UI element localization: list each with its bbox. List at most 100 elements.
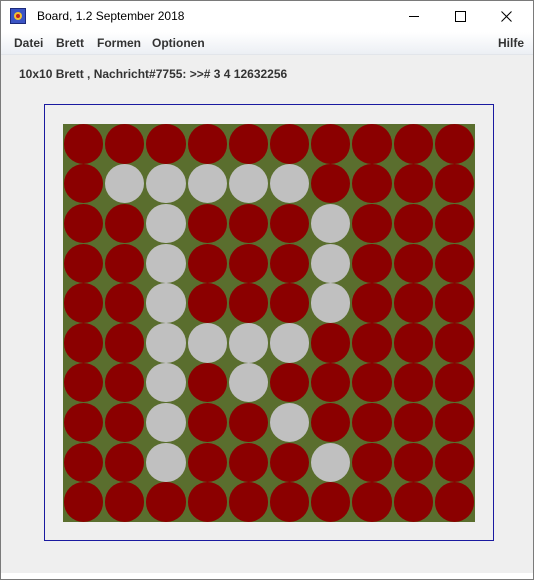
board-cell[interactable] [434,402,475,443]
board-cell[interactable] [393,243,433,283]
board-cell[interactable] [434,203,475,244]
board-cell[interactable] [105,243,145,283]
board-cell[interactable] [434,124,475,164]
board-cell[interactable] [311,323,351,363]
board-cell[interactable] [105,442,145,482]
board-cell-highlighted[interactable] [311,243,351,283]
board-cell[interactable] [352,283,392,323]
board-cell[interactable] [269,283,310,323]
board-cell-highlighted[interactable] [311,283,351,323]
board-cell[interactable] [393,203,433,244]
title-bar[interactable]: Board, 1.2 September 2018 [1,1,533,32]
board-cell[interactable] [434,283,475,323]
game-board[interactable] [63,124,475,522]
board-cell-highlighted[interactable] [269,164,310,204]
board-cell[interactable] [105,363,145,403]
board-cell-highlighted[interactable] [146,164,186,204]
menu-datei[interactable]: Datei [14,36,43,50]
board-cell[interactable] [352,243,392,283]
menu-optionen[interactable]: Optionen [152,36,205,50]
board-cell[interactable] [352,482,392,522]
board-cell[interactable] [269,442,310,482]
board-cell-highlighted[interactable] [311,203,351,244]
board-cell[interactable] [269,482,310,522]
board-cell-highlighted[interactable] [228,323,269,363]
board-cell-highlighted[interactable] [269,323,310,363]
board-cell[interactable] [63,323,104,363]
maximize-button[interactable] [437,1,483,32]
board-cell[interactable] [311,482,351,522]
board-cell[interactable] [352,124,392,164]
menu-formen[interactable]: Formen [97,36,141,50]
board-cell-highlighted[interactable] [146,283,186,323]
board-cell[interactable] [393,482,433,522]
board-cell[interactable] [228,243,269,283]
board-cell[interactable] [352,363,392,403]
board-cell-highlighted[interactable] [146,363,186,403]
board-cell[interactable] [105,402,145,443]
board-cell-highlighted[interactable] [228,164,269,204]
board-cell[interactable] [434,243,475,283]
board-cell[interactable] [434,323,475,363]
board-cell[interactable] [63,283,104,323]
board-cell[interactable] [63,363,104,403]
minimize-button[interactable] [391,1,437,32]
board-cell[interactable] [105,323,145,363]
board-cell-highlighted[interactable] [146,402,186,443]
board-cell[interactable] [434,482,475,522]
board-cell-highlighted[interactable] [105,164,145,204]
board-cell-highlighted[interactable] [311,442,351,482]
board-cell[interactable] [63,124,104,164]
board-cell-highlighted[interactable] [146,243,186,283]
board-cell[interactable] [63,243,104,283]
board-cell[interactable] [434,442,475,482]
board-cell[interactable] [105,124,145,164]
board-cell[interactable] [311,124,351,164]
board-cell[interactable] [352,442,392,482]
board-cell[interactable] [311,402,351,443]
board-cell[interactable] [187,283,227,323]
board-cell[interactable] [269,124,310,164]
board-cell[interactable] [187,203,227,244]
board-cell-highlighted[interactable] [146,203,186,244]
board-cell-highlighted[interactable] [187,323,227,363]
board-cell[interactable] [146,124,186,164]
board-cell[interactable] [352,402,392,443]
board-cell[interactable] [269,203,310,244]
board-cell[interactable] [228,482,269,522]
board-cell[interactable] [187,482,227,522]
board-cell[interactable] [63,482,104,522]
board-cell-highlighted[interactable] [146,442,186,482]
board-cell-highlighted[interactable] [228,363,269,403]
board-cell[interactable] [228,442,269,482]
board-cell-highlighted[interactable] [187,164,227,204]
board-cell[interactable] [105,482,145,522]
board-cell[interactable] [63,442,104,482]
board-cell-highlighted[interactable] [146,323,186,363]
menu-hilfe[interactable]: Hilfe [498,36,524,50]
board-cell[interactable] [311,363,351,403]
board-cell[interactable] [269,243,310,283]
board-cell[interactable] [187,243,227,283]
board-cell[interactable] [393,124,433,164]
board-cell[interactable] [228,203,269,244]
board-cell[interactable] [187,124,227,164]
close-button[interactable] [483,1,529,32]
board-cell[interactable] [63,402,104,443]
board-cell[interactable] [228,124,269,164]
board-cell[interactable] [434,363,475,403]
board-cell[interactable] [187,402,227,443]
board-cell[interactable] [352,164,392,204]
board-cell[interactable] [393,363,433,403]
board-cell[interactable] [393,164,433,204]
board-cell[interactable] [228,283,269,323]
board-cell[interactable] [269,363,310,403]
board-cell[interactable] [352,203,392,244]
board-cell[interactable] [146,482,186,522]
board-cell[interactable] [228,402,269,443]
board-cell[interactable] [352,323,392,363]
menu-brett[interactable]: Brett [56,36,84,50]
board-cell-highlighted[interactable] [269,402,310,443]
board-cell[interactable] [187,363,227,403]
board-cell[interactable] [393,402,433,443]
